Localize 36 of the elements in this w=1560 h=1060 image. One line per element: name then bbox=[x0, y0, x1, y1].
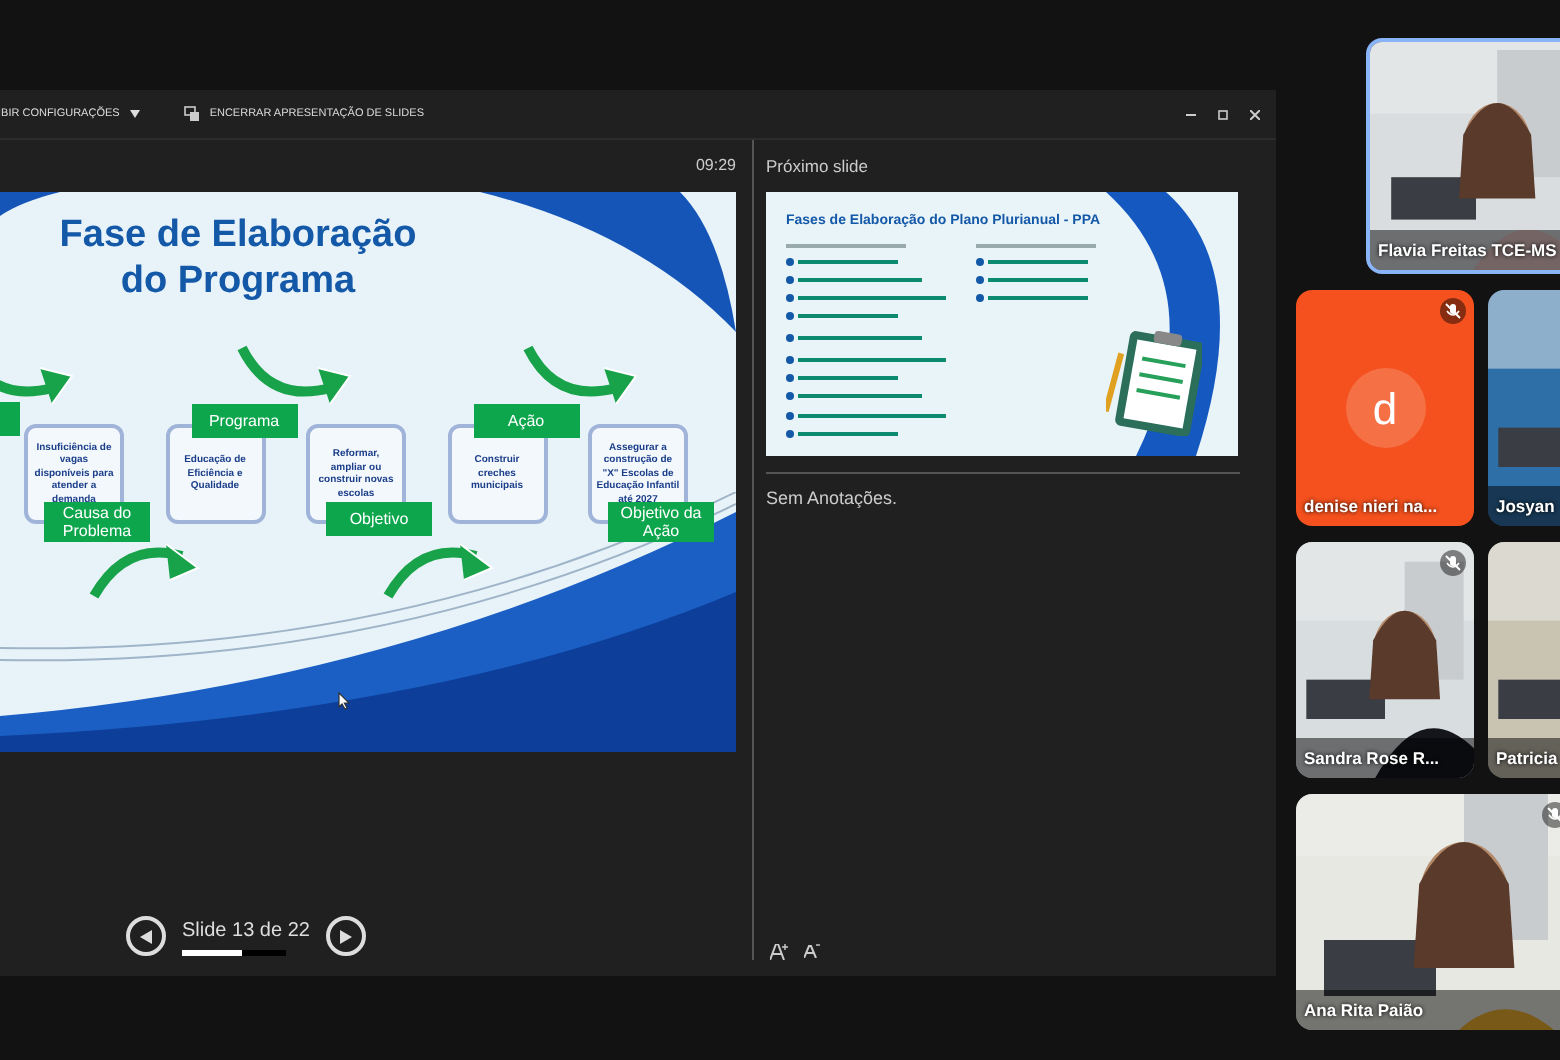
right-triangle-icon bbox=[339, 929, 352, 943]
participant-tile[interactable]: d denise nieri na... bbox=[1296, 290, 1474, 526]
close-icon[interactable] bbox=[1250, 109, 1260, 119]
slide-title: Fase de Elaboração bbox=[59, 212, 417, 258]
avatar: d bbox=[1345, 368, 1425, 448]
slideshow-icon bbox=[183, 106, 200, 122]
step-tag: Causa do Problema bbox=[44, 502, 150, 542]
step-tag bbox=[0, 402, 20, 436]
muted-microphone-icon bbox=[1440, 550, 1466, 576]
participant-name: denise nieri na... bbox=[1304, 493, 1438, 519]
participant-tile[interactable]: Josyan bbox=[1488, 290, 1560, 526]
participant-name: Patricia bbox=[1496, 745, 1558, 771]
slide-title: do Programa bbox=[120, 258, 356, 304]
participant-name: Flavia Freitas TCE-MS bbox=[1378, 237, 1557, 263]
timer: 09:29 bbox=[695, 154, 736, 178]
participant-name: Josyan bbox=[1496, 493, 1555, 519]
mouse-cursor-icon bbox=[338, 692, 350, 710]
next-slide-heading: Próximo slide bbox=[766, 153, 871, 180]
participant-tile[interactable]: Flavia Freitas TCE-MS bbox=[1366, 38, 1560, 274]
step-tag: Objetivo da Ação bbox=[608, 502, 714, 542]
left-triangle-icon bbox=[140, 929, 152, 943]
increase-font-icon[interactable] bbox=[770, 944, 788, 960]
step-tag: Objetivo bbox=[326, 502, 432, 536]
participant-tile[interactable]: Patricia bbox=[1488, 542, 1560, 778]
previous-slide-button[interactable] bbox=[126, 916, 166, 956]
notes-text: Sem Anotações. bbox=[766, 486, 900, 512]
decrease-font-icon[interactable] bbox=[804, 944, 820, 958]
curved-arrow-icon bbox=[0, 364, 76, 408]
next-slide-button[interactable] bbox=[325, 916, 366, 956]
participant-tile[interactable]: Ana Rita Paião bbox=[1296, 794, 1560, 1030]
caret-icon bbox=[129, 110, 140, 118]
participant-name: Ana Rita Paião bbox=[1304, 997, 1424, 1023]
muted-microphone-icon bbox=[1440, 298, 1466, 324]
swoosh-drawing bbox=[0, 192, 60, 216]
slide-counter: Slide 13 de 22 bbox=[182, 918, 310, 946]
restore-icon[interactable] bbox=[1218, 109, 1228, 119]
